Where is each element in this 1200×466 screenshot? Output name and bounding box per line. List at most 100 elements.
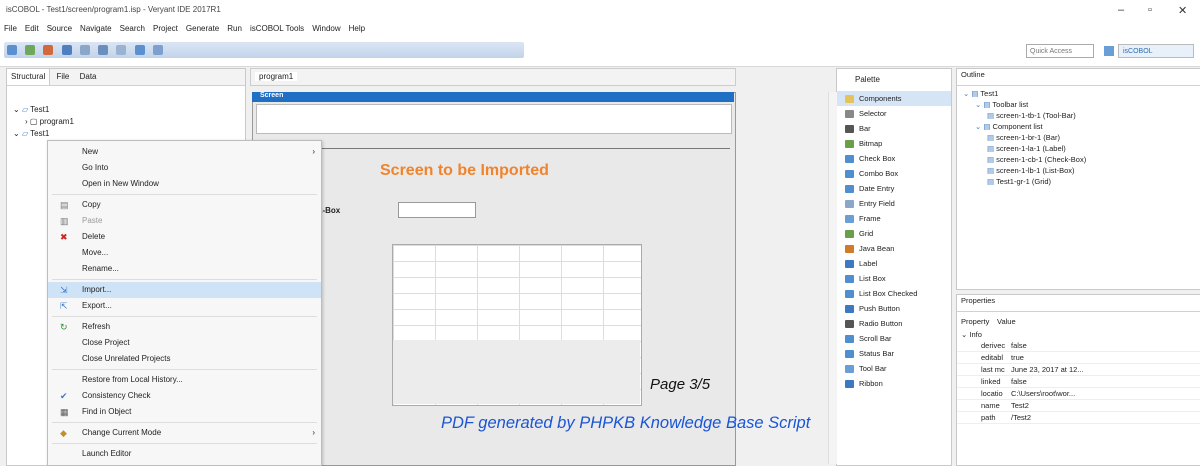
palette-item-push-button[interactable]: Push Button <box>837 301 951 316</box>
menu-project[interactable]: Project <box>153 24 178 33</box>
context-menu-item-delete[interactable]: ✖ Delete <box>48 229 321 245</box>
tab-program1[interactable]: program1 <box>255 72 298 81</box>
context-menu-item-close-project[interactable]: Close Project <box>48 335 321 351</box>
outline-node-icon: ▤ <box>987 166 997 175</box>
outline-item[interactable]: ▤ screen-1-br-1 (Bar) <box>963 132 1200 143</box>
close-button[interactable]: ✕ <box>1178 4 1187 17</box>
toolbar-placeholder[interactable] <box>256 104 732 134</box>
menu-iscobol-tools[interactable]: isCOBOL Tools <box>250 24 304 33</box>
context-menu-item-move[interactable]: Move... <box>48 245 321 261</box>
outline-item[interactable]: ▤ screen-1-tb-1 (Tool-Bar) <box>963 110 1200 121</box>
maximize-button[interactable]: ▫ <box>1148 4 1152 16</box>
palette-scrollbar[interactable] <box>828 92 837 464</box>
context-menu-item-refresh[interactable]: ↻ Refresh <box>48 319 321 335</box>
palette-item-tool-bar[interactable]: Tool Bar <box>837 361 951 376</box>
palette-item-check-box[interactable]: Check Box <box>837 151 951 166</box>
search-icon[interactable] <box>79 45 90 55</box>
palette-item-ribbon[interactable]: Ribbon <box>837 376 951 391</box>
outline-item[interactable]: ⌄ ▤ Test1 <box>963 88 1200 99</box>
palette-item-label[interactable]: Label <box>837 256 951 271</box>
menu-run[interactable]: Run <box>227 24 242 33</box>
outline-item[interactable]: ▤ screen-1-cb-1 (Check-Box) <box>963 154 1200 165</box>
grid-icon[interactable] <box>134 45 145 55</box>
context-menu-item-restore-from-local-history[interactable]: Restore from Local History... <box>48 372 321 388</box>
context-menu-item-launch-editor[interactable]: Launch Editor <box>48 446 321 462</box>
tool-icon[interactable] <box>116 45 127 55</box>
outline-item[interactable]: ▤ screen-1-lb-1 (List-Box) <box>963 165 1200 176</box>
property-row[interactable]: last mc June 23, 2017 at 12... <box>957 364 1200 376</box>
context-menu-item-find-in-object[interactable]: ▦ Find in Object <box>48 404 321 420</box>
palette-item-selector[interactable]: Selector <box>837 106 951 121</box>
context-menu-item-open-in-new-window[interactable]: Open in New Window <box>48 176 321 192</box>
palette-label: Scroll Bar <box>859 334 892 343</box>
screen-icon[interactable] <box>152 45 163 55</box>
property-row[interactable]: name Test2 <box>957 400 1200 412</box>
palette-item-frame[interactable]: Frame <box>837 211 951 226</box>
menu-edit[interactable]: Edit <box>25 24 39 33</box>
tree-item-test1[interactable]: ⌄ ▱ Test1 <box>13 104 245 116</box>
menu-window[interactable]: Window <box>312 24 340 33</box>
debug-icon[interactable] <box>43 45 54 55</box>
menu-search[interactable]: Search <box>120 24 145 33</box>
palette-item-combo-box[interactable]: Combo Box <box>837 166 951 181</box>
properties-group-info[interactable]: ⌄ Info <box>957 327 1200 340</box>
property-row[interactable]: path/Test2 <box>957 412 1200 424</box>
outline-item[interactable]: ▤ screen-1-la-1 (Label) <box>963 143 1200 154</box>
palette-item-bitmap[interactable]: Bitmap <box>837 136 951 151</box>
menu-navigate[interactable]: Navigate <box>80 24 112 33</box>
properties-panel: Properties Property Value ⌄ Info derivec… <box>956 294 1200 466</box>
menu-source[interactable]: Source <box>47 24 72 33</box>
context-menu-item-copy[interactable]: ▤ Copy <box>48 197 321 213</box>
menu-file[interactable]: File <box>4 24 17 33</box>
property-row[interactable]: locatio C:\Users\root\wor... <box>957 388 1200 400</box>
context-menu-item-consistency-check[interactable]: ✔ Consistency Check <box>48 388 321 404</box>
context-menu-label: Restore from Local History... <box>82 375 183 384</box>
palette-item-status-bar[interactable]: Status Bar <box>837 346 951 361</box>
property-row[interactable]: linked false <box>957 376 1200 388</box>
outline-item[interactable]: ⌄ ▤ Component list <box>963 121 1200 132</box>
menu-bar: File Edit Source Navigate Search Project Gener… <box>0 22 1200 36</box>
check-icon: ✔ <box>60 391 68 401</box>
palette-item-list-box-checked[interactable]: List Box Checked <box>837 286 951 301</box>
palette-group-components[interactable]: Components <box>837 91 951 106</box>
minimize-button[interactable]: – <box>1118 4 1124 16</box>
palette-item-scroll-bar[interactable]: Scroll Bar <box>837 331 951 346</box>
context-menu-item-close-unrelated-projects[interactable]: Close Unrelated Projects <box>48 351 321 367</box>
tab-properties[interactable]: Properties <box>957 295 999 306</box>
palette-item-radio-button[interactable]: Radio Button <box>837 316 951 331</box>
menu-help[interactable]: Help <box>349 24 365 33</box>
tab-outline[interactable]: Outline <box>957 69 989 80</box>
palette-item-java-bean[interactable]: Java Bean <box>837 241 951 256</box>
palette-item-bar[interactable]: Bar <box>837 121 951 136</box>
build-icon[interactable] <box>61 45 72 55</box>
property-key: derivec <box>981 341 1006 350</box>
menu-generate[interactable]: Generate <box>186 24 219 33</box>
tab-structural[interactable]: Structural <box>7 69 51 85</box>
perspective-icon[interactable] <box>1104 46 1114 56</box>
tab-file[interactable]: File <box>52 69 73 85</box>
palette-item-date-entry[interactable]: Date Entry <box>837 181 951 196</box>
palette-item-grid[interactable]: Grid <box>837 226 951 241</box>
context-menu-item-go-into[interactable]: Go Into <box>48 160 321 176</box>
new-icon[interactable] <box>7 45 17 55</box>
outline-item[interactable]: ⌄ ▤ Toolbar list <box>963 99 1200 110</box>
context-menu-item-paste[interactable]: ▥ Paste <box>48 213 321 229</box>
context-menu-item-new[interactable]: New › <box>48 144 321 160</box>
run-icon[interactable] <box>25 45 36 55</box>
tree-item-program1[interactable]: › ▢ program1 <box>13 116 245 128</box>
palette-item-entry-field[interactable]: Entry Field <box>837 196 951 211</box>
quick-access-field[interactable]: Quick Access <box>1026 44 1094 58</box>
context-menu-item-rename[interactable]: Rename... <box>48 261 321 277</box>
outline-item[interactable]: ▤ Test1-gr-1 (Grid) <box>963 176 1200 187</box>
tree-item-test2[interactable]: ⌄ ▱ Test1 <box>13 128 245 140</box>
context-menu-item-change-current-mode[interactable]: ◆ Change Current Mode › <box>48 425 321 441</box>
perspective-button[interactable]: isCOBOL <box>1118 44 1194 58</box>
context-menu-item-export[interactable]: ⇱ Export... <box>48 298 321 314</box>
property-row[interactable]: editabl true <box>957 352 1200 364</box>
entry-field[interactable] <box>398 202 476 218</box>
property-row[interactable]: derivec false <box>957 340 1200 352</box>
palette-item-list-box[interactable]: List Box <box>837 271 951 286</box>
save-icon[interactable] <box>98 45 109 55</box>
context-menu-item-import[interactable]: ⇲ Import... <box>48 282 321 298</box>
tab-data[interactable]: Data <box>76 69 101 85</box>
